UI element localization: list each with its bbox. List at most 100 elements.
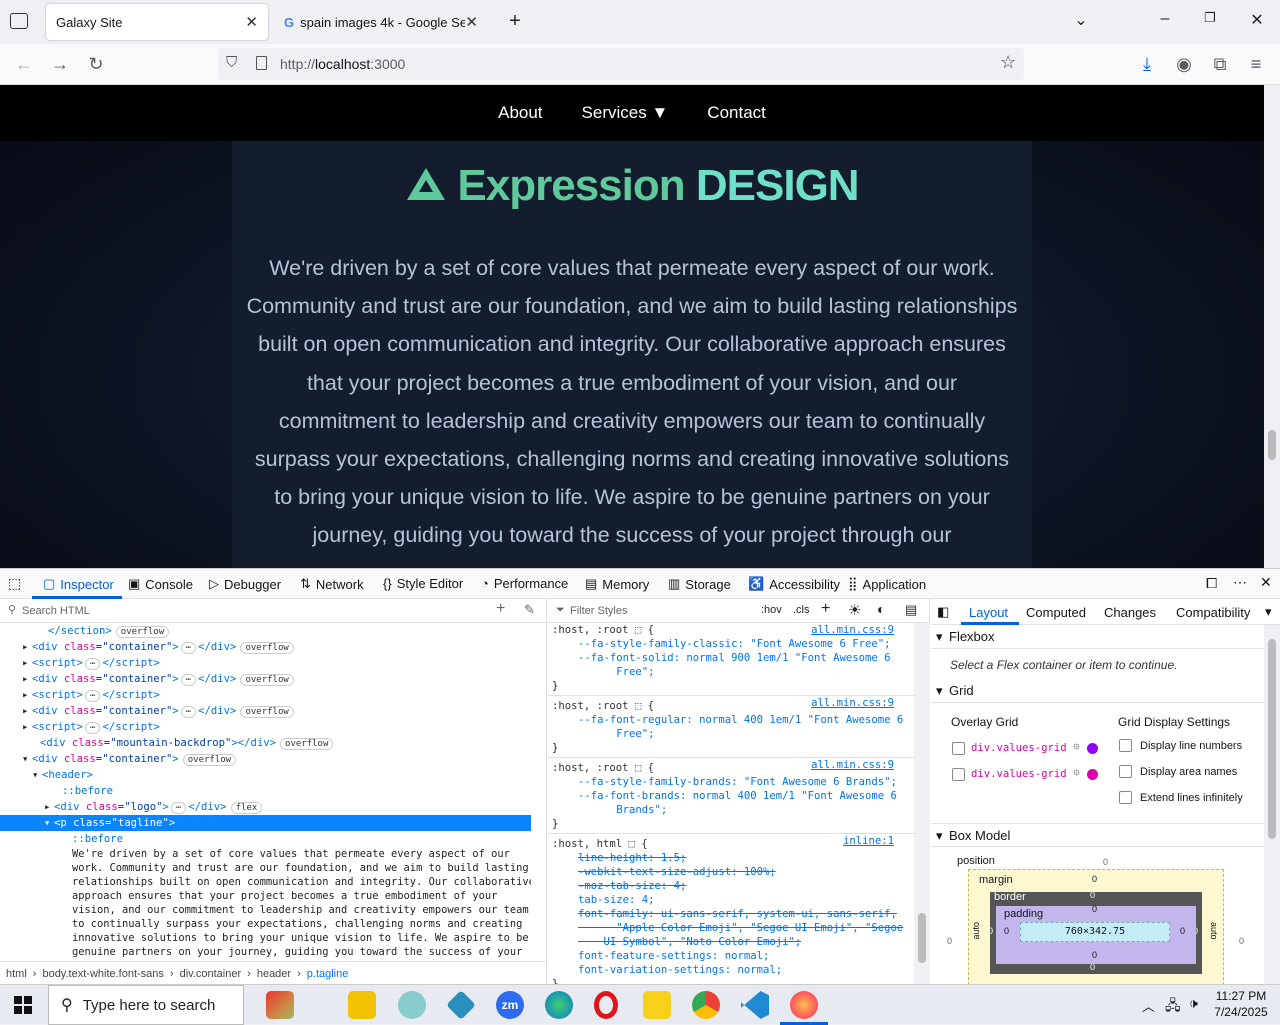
css-declaration[interactable]: font-family: ui-sans-serif, system-ui, s… <box>552 907 903 949</box>
padding-top-value[interactable]: 0 <box>1092 904 1097 914</box>
nav-contact[interactable]: Contact <box>707 103 766 123</box>
dom-node-row[interactable]: ▸ <div class="container"> ⋯ </div> overflow <box>0 639 531 655</box>
cls-toggle[interactable]: .cls <box>793 604 810 616</box>
tab-network[interactable]: ⇅ Network <box>300 576 364 592</box>
edge-icon[interactable] <box>545 991 573 1019</box>
nav-about[interactable]: About <box>498 103 542 123</box>
taskbar-search[interactable]: ⚲ Type here to search <box>48 985 244 1025</box>
tab-computed[interactable]: Computed <box>1026 605 1086 620</box>
chrome-icon[interactable] <box>692 991 720 1019</box>
css-declaration[interactable]: --fa-font-regular: normal 400 1em/1 "Fon… <box>552 713 903 741</box>
margin-right-value[interactable]: auto <box>1209 922 1219 940</box>
tab-compatibility[interactable]: Compatibility <box>1176 605 1250 620</box>
firefox-icon[interactable] <box>790 991 818 1019</box>
crumb-tagline[interactable]: p.tagline <box>307 968 349 980</box>
dom-node-row[interactable]: ▸ <script> ⋯ </script> <box>0 719 531 735</box>
tab-changes[interactable]: Changes <box>1104 605 1156 620</box>
rule-source-link[interactable]: all.min.css:9 <box>811 758 894 772</box>
dom-node-row[interactable]: ▸ <script> ⋯ </script> <box>0 687 531 703</box>
tab-accessibility[interactable]: ♿ Accessibility <box>748 576 840 592</box>
restore-icon[interactable]: ❐ <box>1199 10 1221 32</box>
expanded-twisty-icon[interactable]: ▾ <box>44 815 50 831</box>
css-declaration[interactable]: font-feature-settings: normal; <box>552 949 896 963</box>
reload-icon[interactable]: ↻ <box>83 52 109 78</box>
dom-node-row[interactable]: ▾ <div class="container"> overflow <box>0 751 531 767</box>
minimize-icon[interactable]: – <box>1154 10 1176 32</box>
collapsed-twisty-icon[interactable]: ▸ <box>22 639 28 655</box>
padding-bottom-value[interactable]: 0 <box>1092 950 1097 960</box>
close-devtools-icon[interactable]: ✕ <box>1260 574 1272 591</box>
checkbox[interactable] <box>952 741 965 755</box>
dom-node-row[interactable]: </section> overflow <box>0 623 531 639</box>
css-declaration[interactable]: line-height: 1.5; <box>552 851 896 865</box>
display-badge[interactable]: overflow <box>240 674 294 686</box>
scroll-thumb[interactable] <box>1268 639 1276 839</box>
collapsed-twisty-icon[interactable]: ▸ <box>22 703 28 719</box>
expanded-twisty-icon[interactable]: ▾ <box>32 767 38 783</box>
new-tab-icon[interactable]: + <box>504 10 526 32</box>
dom-node-row[interactable]: ▸ <div class="logo"> ⋯ </div> flex <box>0 799 531 815</box>
expanded-twisty-icon[interactable]: ▾ <box>22 751 28 767</box>
collapsed-twisty-icon[interactable]: ▸ <box>44 799 50 815</box>
scroll-thumb[interactable] <box>1268 430 1276 460</box>
padding-right-value[interactable]: 0 <box>1180 926 1185 936</box>
grid-overlay-row[interactable]: div.values-grid ⯐ <box>952 739 1098 757</box>
box-model-header[interactable]: ▾ Box Model <box>931 823 1266 847</box>
dom-node-row[interactable]: ::before <box>0 783 531 799</box>
rule-source-link[interactable]: all.min.css:9 <box>811 696 894 710</box>
zoom-icon[interactable]: zm <box>496 991 524 1019</box>
margin-left-value[interactable]: auto <box>971 922 981 940</box>
back-icon[interactable]: ← <box>11 52 37 78</box>
dom-node-row[interactable]: ▸ <div class="container"> ⋯ </div> overflow <box>0 671 531 687</box>
border-top-value[interactable]: 0 <box>1090 890 1095 900</box>
shield-icon[interactable]: ⛉ <box>226 54 237 71</box>
site-logo[interactable]: Expression DESIGN <box>232 161 1032 213</box>
tab-galaxy-site[interactable]: Galaxy Site ✕ <box>46 4 268 40</box>
sticky-notes-icon[interactable] <box>643 991 671 1019</box>
tab-style-editor[interactable]: {} Style Editor <box>383 576 463 591</box>
more-icon[interactable]: ⋯ <box>1233 574 1247 591</box>
scroll-thumb[interactable] <box>918 913 926 963</box>
dom-node-row[interactable]: ▸ <script> ⋯ </script> <box>0 655 531 671</box>
tab-overview-icon[interactable] <box>10 13 28 29</box>
checkbox[interactable] <box>1119 739 1132 752</box>
collapsed-twisty-icon[interactable]: ▸ <box>22 687 28 703</box>
sidebar-toggle-icon[interactable]: ◧ <box>937 604 949 620</box>
flexbox-header[interactable]: ▾ Flexbox <box>931 625 1266 649</box>
grid-header[interactable]: ▾ Grid <box>931 679 1266 703</box>
collapsed-twisty-icon[interactable]: ▸ <box>22 719 28 735</box>
css-declaration[interactable]: --fa-font-solid: normal 900 1em/1 "Font … <box>552 651 896 679</box>
dom-node-row[interactable]: ▸ <div class="container"> ⋯ </div> overflow <box>0 703 531 719</box>
tab-performance[interactable]: ◔ Performance <box>481 576 568 591</box>
grid-setting[interactable]: Extend lines infinitely <box>1119 791 1243 804</box>
color-swatch[interactable] <box>1086 742 1098 754</box>
crumb-header[interactable]: header <box>257 968 291 980</box>
crumb-div[interactable]: div.container <box>180 968 242 980</box>
search-html-input[interactable]: Search HTML <box>22 605 90 617</box>
collapsed-twisty-icon[interactable]: ▸ <box>22 655 28 671</box>
hov-toggle[interactable]: :hov <box>761 604 782 616</box>
rule-source-link[interactable]: all.min.css:9 <box>811 623 894 637</box>
css-rule[interactable]: :host, :root ⬚ {all.min.css:9 --fa-style-… <box>548 758 914 834</box>
chevron-up-icon[interactable]: ︿ <box>1142 996 1155 1015</box>
css-declaration[interactable]: font-variation-settings: normal; <box>552 963 896 977</box>
css-declaration[interactable]: --fa-style-family-classic: "Font Awesome… <box>552 637 896 651</box>
page-icon[interactable] <box>256 56 267 70</box>
css-rule[interactable]: :host, :root ⬚ {all.min.css:9 --fa-style-… <box>548 623 914 696</box>
crumb-html[interactable]: html <box>6 968 27 980</box>
filter-styles-input[interactable]: Filter Styles <box>570 605 627 617</box>
news-widget-icon[interactable] <box>266 991 294 1019</box>
clock[interactable]: 11:27 PM 7/24/2025 <box>1206 988 1276 1020</box>
grid-setting[interactable]: Display area names <box>1119 765 1237 778</box>
dock-icon[interactable]: ⧠ <box>1206 575 1217 592</box>
css-declaration[interactable]: --fa-style-family-brands: "Font Awesome … <box>552 775 897 789</box>
close-icon[interactable]: ✕ <box>465 13 478 31</box>
opera-icon[interactable] <box>594 991 618 1019</box>
grid-overlay-row[interactable]: div.values-grid ⯐ <box>952 765 1098 783</box>
pick-element-icon[interactable]: ⬚ <box>8 575 21 592</box>
css-declaration[interactable]: --fa-font-brands: normal 400 1em/1 "Font… <box>552 789 897 817</box>
tab-debugger[interactable]: ▷ Debugger <box>209 576 281 592</box>
layout-scrollbar[interactable] <box>1264 625 1280 985</box>
network-icon[interactable]: 🖧 <box>1165 995 1181 1019</box>
paint-icon[interactable] <box>398 991 426 1019</box>
